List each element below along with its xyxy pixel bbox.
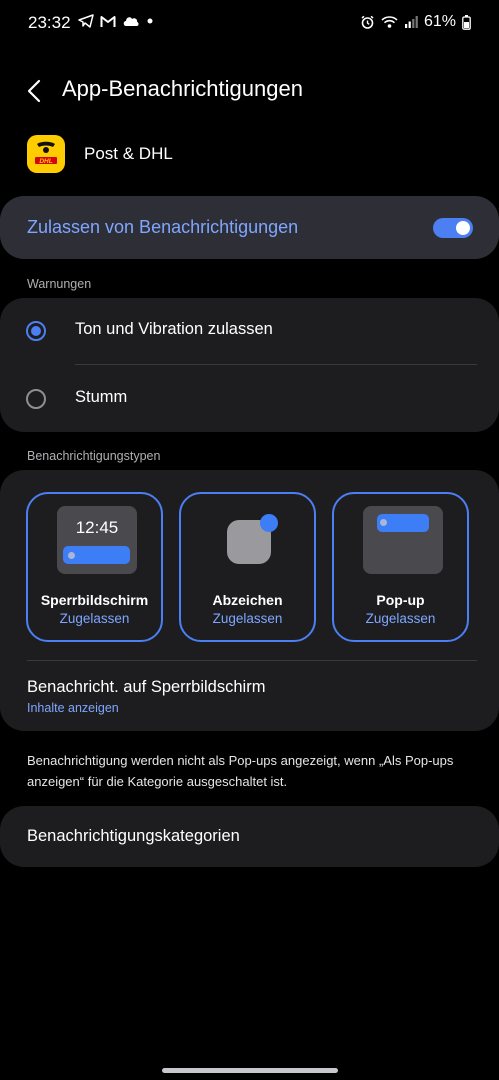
toggle-knob [456, 221, 470, 235]
status-time: 23:32 [28, 13, 71, 32]
notification-icons [78, 14, 154, 28]
chevron-left-icon [27, 79, 41, 103]
dhl-app-icon: DHL [27, 135, 65, 173]
type-status: Zugelassen [365, 611, 436, 626]
lockscreen-notifications-row[interactable]: Benachricht. auf Sperrbildschirm Inhalte… [0, 670, 499, 730]
option-sound-vibration[interactable]: Ton und Vibration zulassen [0, 300, 499, 358]
battery-icon [462, 14, 471, 30]
type-status: Zugelassen [59, 611, 130, 626]
type-status: Zugelassen [212, 611, 283, 626]
lockscreen-preview: 12:45 [57, 506, 137, 574]
allow-notifications-label: Zulassen von Benachrichtigungen [27, 217, 299, 237]
divider [75, 364, 477, 365]
type-name: Sperrbildschirm [40, 592, 149, 608]
option-label: Stumm [75, 388, 128, 406]
signal-icon [404, 16, 418, 28]
type-name: Pop-up [376, 592, 425, 608]
gmail-icon [100, 15, 116, 27]
app-name: Post & DHL [84, 144, 173, 163]
section-label-warnings: Warnungen [27, 277, 92, 291]
lockscreen-notifications-subtitle: Inhalte anzeigen [27, 701, 119, 715]
type-lockscreen[interactable]: 12:45 Sperrbildschirm Zugelassen [26, 492, 163, 642]
notification-categories-row[interactable]: Benachrichtigungskategorien [0, 806, 499, 867]
option-mute[interactable]: Stumm [0, 368, 499, 426]
section-label-types: Benachrichtigungstypen [27, 449, 161, 463]
allow-notifications-row[interactable]: Zulassen von Benachrichtigungen [0, 196, 499, 259]
type-popup[interactable]: Pop-up Zugelassen [332, 492, 469, 642]
notification-categories-label: Benachrichtigungskategorien [27, 827, 240, 845]
lockscreen-notifications-title: Benachricht. auf Sperrbildschirm [27, 678, 266, 696]
radio-unselected[interactable] [26, 389, 46, 409]
svg-text:DHL: DHL [39, 158, 52, 165]
popup-preview [363, 506, 443, 574]
allow-notifications-toggle[interactable] [433, 218, 473, 238]
alarm-icon [361, 15, 374, 29]
page-title: App-Benachrichtigungen [62, 76, 303, 101]
status-bar: 23:32 61% [0, 0, 499, 46]
popup-info-note: Benachrichtigung werden nicht als Pop-up… [27, 753, 454, 789]
preview-dot [380, 519, 387, 526]
preview-clock: 12:45 [75, 518, 119, 537]
back-button[interactable] [20, 76, 50, 106]
badge-dot-icon [260, 514, 278, 532]
type-badge[interactable]: Abzeichen Zugelassen [179, 492, 316, 642]
telegram-icon [78, 14, 94, 28]
home-indicator[interactable] [162, 1068, 338, 1073]
divider [27, 660, 477, 661]
dot-icon [147, 18, 153, 24]
wifi-icon [381, 16, 398, 28]
app-bar: App-Benachrichtigungen [0, 64, 499, 116]
notification-types-card: 12:45 Sperrbildschirm Zugelassen Abzeich… [0, 470, 499, 731]
app-info: DHL Post & DHL [0, 130, 499, 178]
system-icons: 61% [360, 13, 471, 31]
type-name: Abzeichen [212, 592, 283, 608]
battery-percent: 61% [423, 13, 456, 30]
preview-dot [68, 552, 75, 559]
warnings-card: Ton und Vibration zulassen Stumm [0, 298, 499, 432]
option-label: Ton und Vibration zulassen [75, 320, 273, 338]
radio-selected[interactable] [26, 321, 46, 341]
cloud-icon [123, 17, 139, 26]
